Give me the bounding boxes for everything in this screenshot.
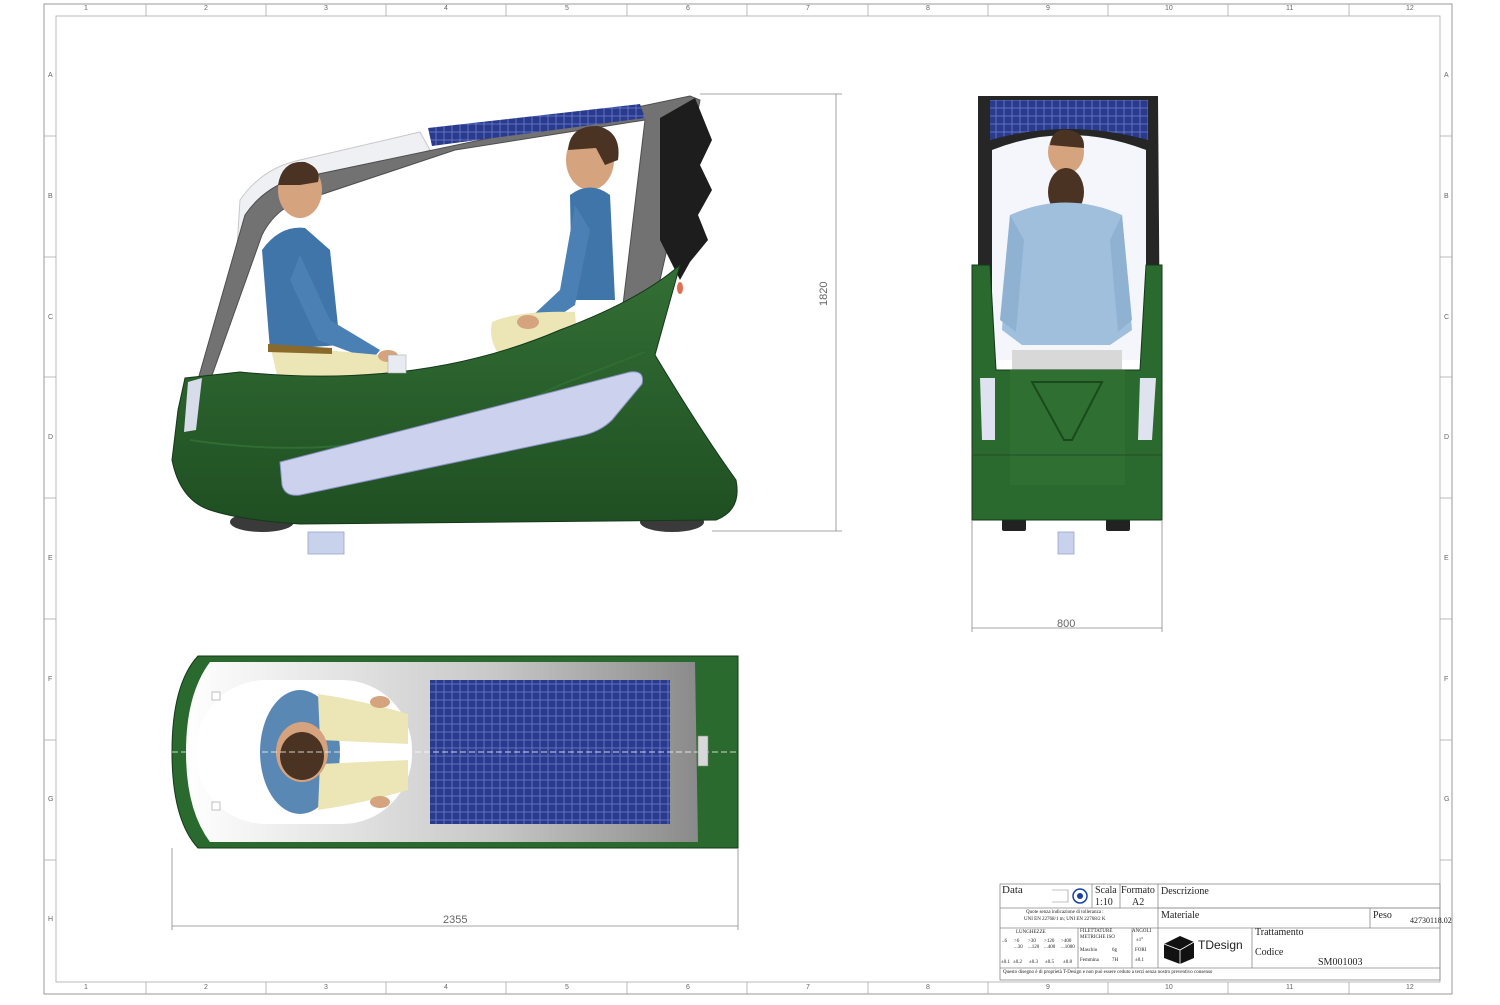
fori-value: ±0.1 — [1135, 958, 1144, 963]
green-body — [171, 263, 738, 525]
zone-label-bottom-2: 2 — [204, 984, 208, 991]
zone-label-bottom-4: 4 — [444, 984, 448, 991]
zone-label-B: B — [48, 193, 53, 200]
zone-label-7: 7 — [806, 5, 810, 12]
formato-value: A2 — [1132, 897, 1145, 908]
dimension-length-value: 2355 — [443, 914, 468, 926]
motor-part — [307, 531, 345, 555]
tolerance-note-1: Quote senza indicazione di tolleranza : — [1026, 910, 1104, 915]
zone-label-bottom-7: 7 — [806, 984, 810, 991]
len-range-5: >400 ...1000 — [1061, 939, 1075, 950]
maschio-label: Maschio — [1080, 948, 1098, 953]
zone-label-right-G: G — [1444, 796, 1450, 803]
filettature-label: FILETTATURE METRICHE ISO — [1080, 929, 1115, 940]
zone-label-bottom-12: 12 — [1406, 984, 1414, 991]
formato-label: Formato — [1121, 885, 1155, 896]
zone-label-bottom-6: 6 — [686, 984, 690, 991]
peso-label: Peso — [1373, 910, 1392, 921]
dimension-height-value: 1820 — [818, 281, 830, 306]
zone-label-E: E — [48, 555, 53, 562]
dimension-width-value: 800 — [1057, 618, 1076, 630]
zone-label-5: 5 — [565, 5, 569, 12]
descrizione-label: Descrizione — [1161, 886, 1209, 897]
codice-value: SM001003 — [1318, 957, 1363, 968]
angoli-label: ANGOLI — [1132, 929, 1152, 934]
side-view — [171, 95, 738, 555]
scala-value: 1:10 — [1095, 897, 1113, 908]
drawing-sheet: 1 2 3 4 5 6 7 8 9 10 11 12 1 2 3 4 5 6 7… — [0, 0, 1500, 1000]
zone-label-9: 9 — [1046, 5, 1050, 12]
front-view — [971, 96, 1163, 555]
zone-label-right-A: A — [1444, 72, 1449, 79]
len-tol-5: ±0.8 — [1063, 960, 1072, 965]
zone-label-F: F — [48, 676, 53, 683]
zone-label-4: 4 — [444, 5, 448, 12]
len-range-3: >30 ...120 — [1028, 939, 1040, 950]
zone-label-3: 3 — [324, 5, 328, 12]
zone-label-right-F: F — [1444, 676, 1449, 683]
len-tol-2: ±0.2 — [1013, 960, 1022, 965]
zone-label-C: C — [48, 314, 54, 321]
maschio-value: 6g — [1112, 948, 1117, 953]
zone-label-1: 1 — [84, 5, 88, 12]
zone-label-11: 11 — [1286, 5, 1294, 12]
zone-label-bottom-11: 11 — [1286, 984, 1294, 991]
title-block — [999, 883, 1441, 981]
zone-label-right-B: B — [1444, 193, 1449, 200]
lunghezze-label: LUNGHEZZE — [1016, 930, 1046, 935]
zone-label-bottom-5: 5 — [565, 984, 569, 991]
zone-label-12: 12 — [1406, 5, 1414, 12]
zone-label-bottom-3: 3 — [324, 984, 328, 991]
zone-label-bottom-1: 1 — [84, 984, 88, 991]
zone-label-right-D: D — [1444, 434, 1450, 441]
property-note: Questo disegno è di proprietà T-Design e… — [1003, 970, 1213, 975]
projection-symbol — [1052, 888, 1088, 904]
zone-label-8: 8 — [926, 5, 930, 12]
scala-label: Scala — [1095, 885, 1117, 896]
front-motor-part — [1057, 531, 1075, 555]
femmina-label: Femmina — [1080, 958, 1099, 963]
angoli-value: ±1° — [1136, 938, 1144, 943]
tdesign-logo-mark — [1163, 936, 1195, 964]
zone-label-bottom-8: 8 — [926, 984, 930, 991]
zone-label-2: 2 — [204, 5, 208, 12]
len-range-2: >6 ...30 — [1014, 939, 1023, 950]
len-range-4: >120 ...400 — [1044, 939, 1056, 950]
zone-label-right-E: E — [1444, 555, 1449, 562]
zone-label-bottom-10: 10 — [1165, 984, 1173, 991]
zone-label-A: A — [48, 72, 53, 79]
len-tol-1: ±0.1 — [1001, 960, 1010, 965]
technical-drawing — [43, 3, 1453, 995]
len-tol-3: ±0.3 — [1029, 960, 1038, 965]
trattamento-label: Trattamento — [1255, 927, 1304, 938]
len-range-1: ..6 — [1002, 939, 1007, 944]
zone-label-G: G — [48, 796, 54, 803]
zone-label-bottom-9: 9 — [1046, 984, 1050, 991]
top-view — [171, 655, 739, 849]
peso-value: 42730118.02 — [1410, 916, 1452, 925]
data-label: Data — [1002, 884, 1023, 896]
zone-label-6: 6 — [686, 5, 690, 12]
len-tol-4: ±0.5 — [1045, 960, 1054, 965]
zone-label-right-C: C — [1444, 314, 1450, 321]
zone-label-D: D — [48, 434, 54, 441]
brand-name: TDesign — [1198, 938, 1243, 952]
codice-label: Codice — [1255, 947, 1284, 958]
zone-label-10: 10 — [1165, 5, 1173, 12]
femmina-value: 7H — [1112, 958, 1119, 963]
tolerance-note-2: UNI EN 22768/1 m; UNI EN 22768/2 K — [1024, 917, 1106, 922]
rear-fin — [660, 98, 712, 280]
zone-label-H: H — [48, 916, 54, 923]
materiale-label: Materiale — [1161, 910, 1200, 921]
fori-label: FORI — [1135, 948, 1147, 953]
